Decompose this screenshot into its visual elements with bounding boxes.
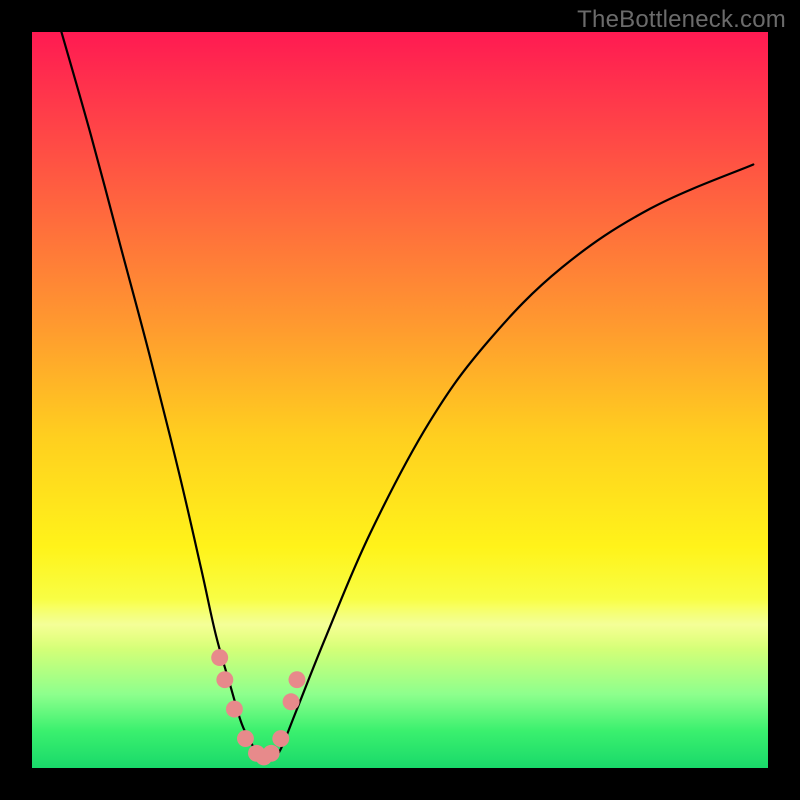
curve-layer — [32, 32, 768, 768]
curve-marker — [226, 701, 243, 718]
curve-marker — [289, 671, 306, 688]
curve-marker — [211, 649, 228, 666]
curve-marker — [237, 730, 254, 747]
curve-marker — [272, 730, 289, 747]
curve-marker — [263, 745, 280, 762]
bottleneck-curve — [61, 32, 753, 761]
plot-area — [32, 32, 768, 768]
curve-marker — [216, 671, 233, 688]
watermark-text: TheBottleneck.com — [577, 6, 786, 34]
curve-marker — [283, 693, 300, 710]
chart-frame: TheBottleneck.com — [0, 0, 800, 800]
